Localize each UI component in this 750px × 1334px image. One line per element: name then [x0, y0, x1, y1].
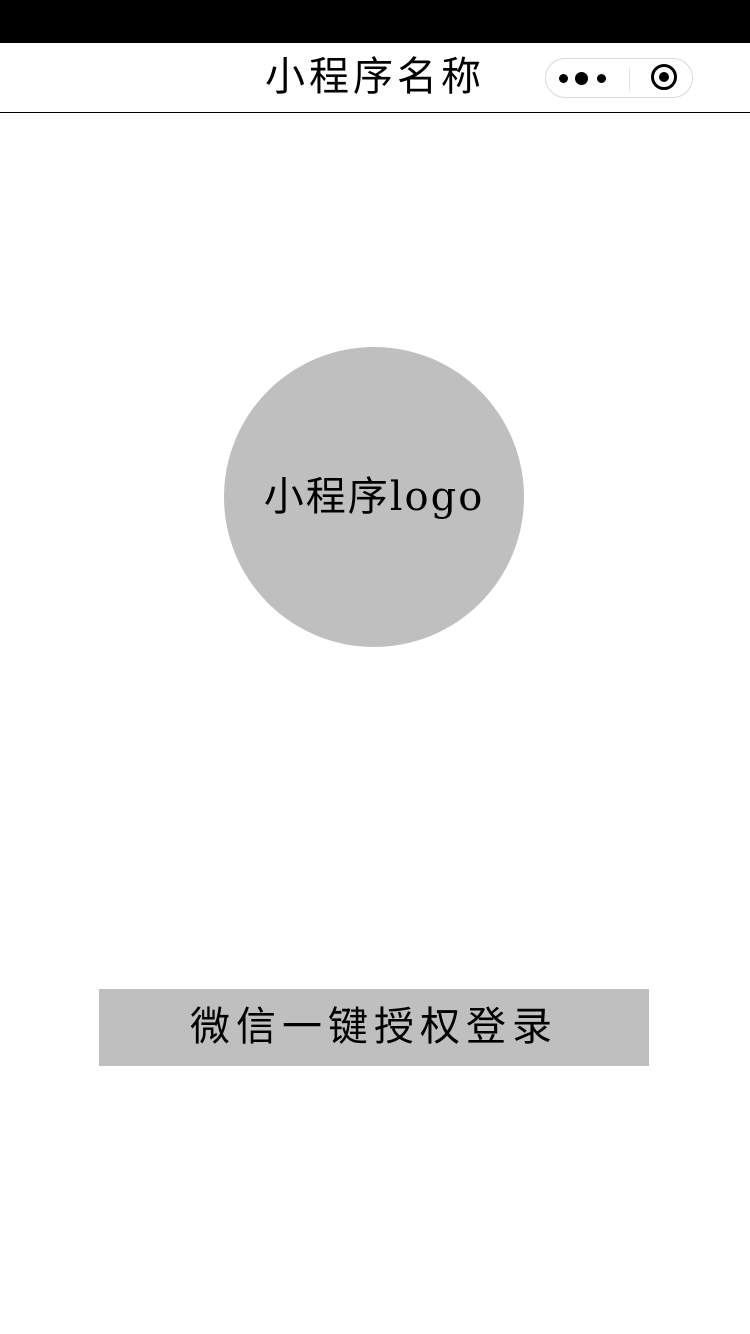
more-dots-icon	[575, 72, 588, 85]
app-logo: 小程序logo	[224, 347, 524, 647]
status-bar	[0, 0, 750, 43]
more-menu-button[interactable]	[546, 59, 629, 97]
more-dots-icon	[559, 74, 568, 83]
wechat-login-button[interactable]: 微信一键授权登录	[99, 989, 649, 1066]
target-close-icon-core	[659, 72, 669, 82]
wechat-login-button-label: 微信一键授权登录	[190, 1004, 558, 1050]
navigation-bar: 小程序名称	[0, 43, 750, 113]
more-dots-icon	[597, 74, 606, 83]
app-logo-label: 小程序logo	[263, 474, 485, 520]
mini-program-login-page: 小程序名称 小程序logo 微信一键授权登录	[0, 0, 750, 1334]
capsule-menu	[545, 58, 693, 98]
